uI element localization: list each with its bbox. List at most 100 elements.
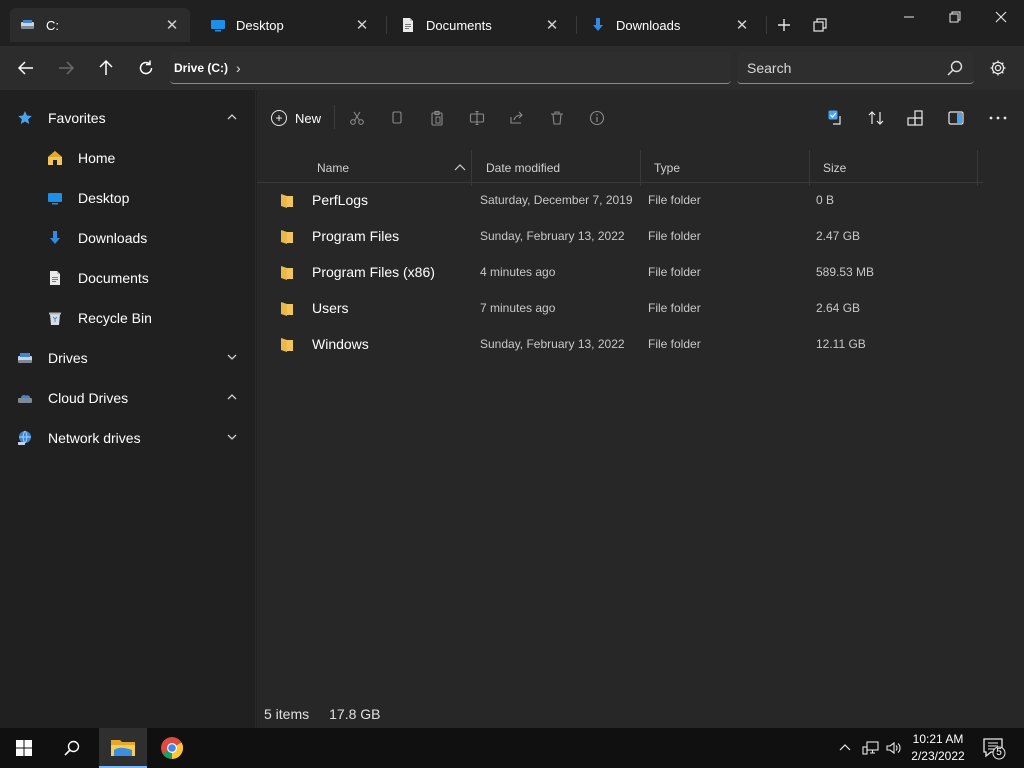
cut-icon	[350, 111, 364, 125]
item-count: 5 items	[264, 706, 310, 722]
start-button[interactable]	[0, 728, 48, 768]
sidebar-item-drives[interactable]: Drives	[16, 340, 238, 376]
taskbar-chrome-app[interactable]	[148, 728, 196, 768]
search-input[interactable]: Search	[737, 52, 974, 84]
tab-downloads[interactable]: Downloads ✕	[580, 8, 760, 42]
sidebar-item-desktop[interactable]: Desktop	[46, 180, 236, 216]
duplicate-tabs-icon	[813, 18, 827, 32]
windows-logo-icon	[16, 740, 32, 756]
layout-button[interactable]	[904, 107, 926, 129]
table-row[interactable]: PerfLogs Saturday, December 7, 2019 File…	[269, 183, 983, 217]
add-tab-button[interactable]	[773, 14, 795, 36]
recycle-bin-icon	[46, 309, 64, 327]
arrow-left-icon	[17, 61, 33, 75]
sidebar-item-home[interactable]: Home	[46, 140, 236, 176]
table-row[interactable]: Users 7 minutes ago File folder 2.64 GB	[269, 291, 983, 325]
tab-desktop[interactable]: Desktop ✕	[200, 8, 380, 42]
close-window-button[interactable]	[978, 4, 1024, 30]
taskbar-search-button[interactable]	[48, 728, 96, 768]
breadcrumb-separator[interactable]: ›	[236, 60, 241, 76]
cut-button[interactable]	[346, 107, 368, 129]
file-list: Name Date modified Type Size PerfLogs Sa…	[257, 144, 1024, 700]
tab-documents[interactable]: Documents ✕	[390, 8, 570, 42]
share-icon	[510, 111, 523, 124]
taskbar-clock[interactable]: 10:21 AM 2/23/2022	[905, 731, 971, 765]
sidebar-item-cloud-drives[interactable]: Cloud Drives	[16, 380, 238, 416]
tab-c-drive[interactable]: C: ✕	[10, 8, 190, 42]
drive-icon	[20, 17, 36, 33]
close-icon[interactable]: ✕	[734, 17, 750, 34]
refresh-button[interactable]	[134, 56, 158, 80]
breadcrumb-drive-c[interactable]: Drive (C:)	[174, 61, 228, 75]
tab-label: Downloads	[616, 17, 681, 33]
forward-button[interactable]	[54, 56, 78, 80]
network-monitor-icon	[862, 741, 879, 755]
column-divider[interactable]	[471, 150, 472, 186]
sidebar-item-label: Drives	[48, 350, 88, 366]
column-header-size[interactable]: Size	[823, 150, 973, 186]
close-icon[interactable]: ✕	[354, 17, 370, 34]
more-options-button[interactable]	[987, 107, 1009, 129]
up-button[interactable]	[94, 56, 118, 80]
copy-button[interactable]	[386, 107, 408, 129]
sidebar-item-network-drives[interactable]: Network drives	[16, 420, 238, 456]
tab-actions-button[interactable]	[809, 14, 831, 36]
folder-icon	[279, 335, 295, 353]
selection-options-button[interactable]	[825, 107, 847, 129]
document-icon	[46, 269, 64, 287]
chevron-down-icon[interactable]	[226, 431, 238, 446]
delete-button[interactable]	[546, 107, 568, 129]
column-divider[interactable]	[977, 150, 978, 186]
column-divider[interactable]	[809, 150, 810, 186]
column-header-name[interactable]: Name	[317, 150, 467, 186]
minimize-button[interactable]	[886, 4, 932, 30]
table-row[interactable]: Program Files (x86) 4 minutes ago File f…	[269, 255, 983, 289]
rename-button[interactable]	[466, 107, 488, 129]
file-size: 2.64 GB	[816, 301, 861, 315]
column-divider[interactable]	[640, 150, 641, 186]
preview-pane-button[interactable]	[945, 107, 967, 129]
tray-network-button[interactable]	[862, 728, 880, 768]
sort-button[interactable]	[865, 107, 887, 129]
restore-icon	[949, 11, 961, 23]
column-header-type[interactable]: Type	[654, 150, 804, 186]
chevron-down-icon[interactable]	[226, 351, 238, 366]
chevron-up-icon[interactable]	[226, 111, 238, 126]
sidebar-item-documents[interactable]: Documents	[46, 260, 236, 296]
rename-icon	[469, 110, 485, 126]
file-name: Program Files	[312, 228, 400, 244]
restore-button[interactable]	[932, 4, 978, 30]
sidebar-item-label: Recycle Bin	[78, 310, 152, 326]
search-icon[interactable]	[946, 59, 964, 77]
close-icon[interactable]: ✕	[544, 17, 560, 34]
column-label: Type	[654, 161, 681, 175]
address-bar[interactable]: Drive (C:) ›	[170, 52, 731, 84]
desktop-icon	[210, 17, 226, 33]
settings-button[interactable]	[986, 56, 1010, 80]
table-row[interactable]: Windows Sunday, February 13, 2022 File f…	[269, 327, 983, 361]
notification-center-button[interactable]: 5	[982, 736, 1006, 760]
properties-button[interactable]	[586, 107, 608, 129]
close-icon[interactable]: ✕	[164, 17, 180, 34]
table-row[interactable]: Program Files Sunday, February 13, 2022 …	[269, 219, 983, 253]
paste-button[interactable]	[426, 107, 448, 129]
files-app-window: C: ✕ Desktop ✕ Documents ✕ Downloads ✕ D…	[0, 0, 1024, 728]
add-circle-icon: +	[271, 110, 287, 126]
column-label: Size	[823, 161, 847, 175]
sidebar-item-recycle-bin[interactable]: Recycle Bin	[46, 300, 236, 336]
search-icon	[64, 740, 80, 756]
share-button[interactable]	[506, 107, 528, 129]
file-size: 0 B	[816, 193, 835, 207]
taskbar-files-app[interactable]	[99, 728, 147, 768]
new-button[interactable]: + New	[271, 106, 321, 130]
chevron-up-icon[interactable]	[226, 391, 238, 406]
sidebar-item-favorites[interactable]: Favorites	[16, 100, 238, 136]
tray-show-hidden-button[interactable]	[838, 728, 852, 768]
tab-label: C:	[46, 17, 59, 33]
tray-volume-button[interactable]	[885, 728, 903, 768]
sort-ascending-icon	[453, 161, 467, 178]
sidebar-item-downloads[interactable]: Downloads	[46, 220, 236, 256]
column-header-date[interactable]: Date modified	[486, 150, 636, 186]
sidebar-item-label: Favorites	[48, 110, 106, 126]
back-button[interactable]	[14, 56, 38, 80]
